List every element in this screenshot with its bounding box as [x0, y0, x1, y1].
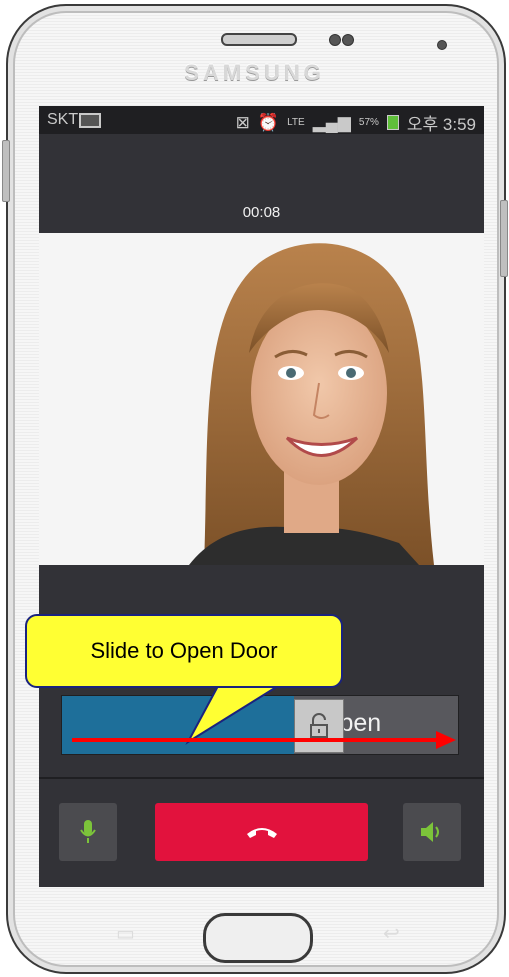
arrow-head — [436, 731, 456, 749]
slide-arrow — [72, 731, 456, 749]
